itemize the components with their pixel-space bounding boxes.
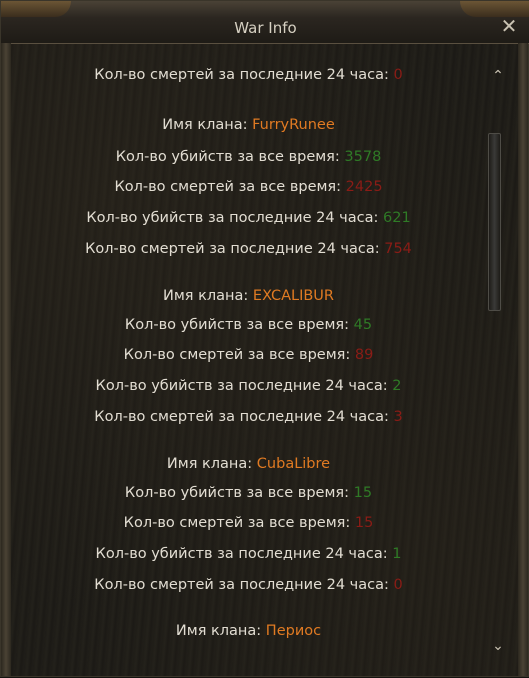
clan-name-row: Имя клана: EXCALIBUR xyxy=(21,288,476,304)
stat-value: 89 xyxy=(354,347,374,363)
stat-row: Кол-во убийств за все время: 45 xyxy=(21,317,476,333)
stat-label: Кол-во смертей за последние 24 часа: xyxy=(85,241,380,257)
scroll-up-button[interactable]: ⌃ xyxy=(489,67,507,85)
stat-label: Кол-во смертей за все время: xyxy=(114,179,342,195)
stat-label: Кол-во смертей за все время: xyxy=(123,515,351,531)
stat-label: Кол-во убийств за последние 24 часа: xyxy=(86,210,379,226)
stat-row: Кол-во смертей за все время: 15 xyxy=(21,515,476,531)
stat-label: Кол-во убийств за все время: xyxy=(115,149,340,165)
stat-label: Кол-во убийств за все время: xyxy=(124,485,350,501)
stat-value: 45 xyxy=(353,317,373,333)
stat-value: 3578 xyxy=(344,149,382,165)
scroll-down-button[interactable]: ⌄ xyxy=(489,637,507,655)
stat-value: 1 xyxy=(392,546,402,562)
stat-label: Кол-во смертей за последние 24 часа: xyxy=(94,577,389,593)
stat-label: Кол-во убийств за все время: xyxy=(124,317,350,333)
left-frame xyxy=(1,43,11,676)
clan-label: Имя клана: xyxy=(175,623,262,639)
stat-label: Кол-во смертей за последние 24 часа: xyxy=(94,409,389,425)
title-ornament-left xyxy=(1,1,71,17)
clan-label: Имя клана: xyxy=(162,117,248,133)
title-bar[interactable]: War Info ✕ xyxy=(1,1,529,44)
stat-row: Кол-во убийств за все время: 15 xyxy=(21,485,476,501)
stat-label: Кол-во убийств за последние 24 часа: xyxy=(95,546,388,562)
stat-row: Кол-во убийств за последние 24 часа: 1 xyxy=(21,546,476,562)
stat-row: Кол-во смертей за последние 24 часа: 3 xyxy=(21,409,476,425)
stat-row: Кол-во убийств за последние 24 часа: 2 xyxy=(21,378,476,394)
stat-row: Кол-во смертей за последние 24 часа: 754 xyxy=(21,241,476,257)
clan-name: FurryRunee xyxy=(252,117,335,133)
clan-label: Имя клана: xyxy=(163,288,249,304)
stat-label: Кол-во смертей за последние 24 часа: xyxy=(94,67,389,83)
clan-name-row: Имя клана: CubaLibre xyxy=(21,456,476,472)
stat-row: Кол-во смертей за последние 24 часа: 0 xyxy=(21,67,476,83)
close-button[interactable]: ✕ xyxy=(500,16,518,36)
stat-value: 2425 xyxy=(345,179,383,195)
war-info-list[interactable]: Кол-во смертей за последние 24 часа: 0 И… xyxy=(21,43,476,678)
stat-row: Кол-во убийств за последние 24 часа: 621 xyxy=(21,210,476,226)
stat-row: Кол-во смертей за все время: 2425 xyxy=(21,179,476,195)
stat-value: 0 xyxy=(393,67,403,83)
stat-label: Кол-во смертей за все время: xyxy=(123,347,351,363)
clan-name: CubaLibre xyxy=(256,456,331,472)
war-info-window: War Info ✕ Кол-во смертей за последние 2… xyxy=(0,0,529,677)
clan-name-row: Имя клана: Периос xyxy=(21,623,476,639)
title-ornament-right xyxy=(460,1,529,17)
right-frame xyxy=(518,43,528,676)
stat-value: 754 xyxy=(384,241,412,257)
stat-value: 15 xyxy=(354,515,374,531)
stat-row: Кол-во убийств за все время: 3578 xyxy=(21,149,476,165)
clan-name-row: Имя клана: FurryRunee xyxy=(21,117,476,133)
stat-row: Кол-во смертей за последние 24 часа: 0 xyxy=(21,577,476,593)
stat-row: Кол-во смертей за все время: 89 xyxy=(21,347,476,363)
stat-value: 15 xyxy=(353,485,373,501)
window-title: War Info xyxy=(234,19,297,37)
stat-value: 0 xyxy=(393,577,403,593)
stat-value: 621 xyxy=(383,210,411,226)
clan-name: EXCALIBUR xyxy=(252,288,334,304)
clan-label: Имя клана: xyxy=(166,456,253,472)
scrollbar-thumb[interactable] xyxy=(488,133,501,311)
stat-label: Кол-во убийств за последние 24 часа: xyxy=(95,378,388,394)
stat-value: 2 xyxy=(392,378,402,394)
stat-value: 3 xyxy=(393,409,403,425)
clan-name: Периос xyxy=(265,623,322,639)
